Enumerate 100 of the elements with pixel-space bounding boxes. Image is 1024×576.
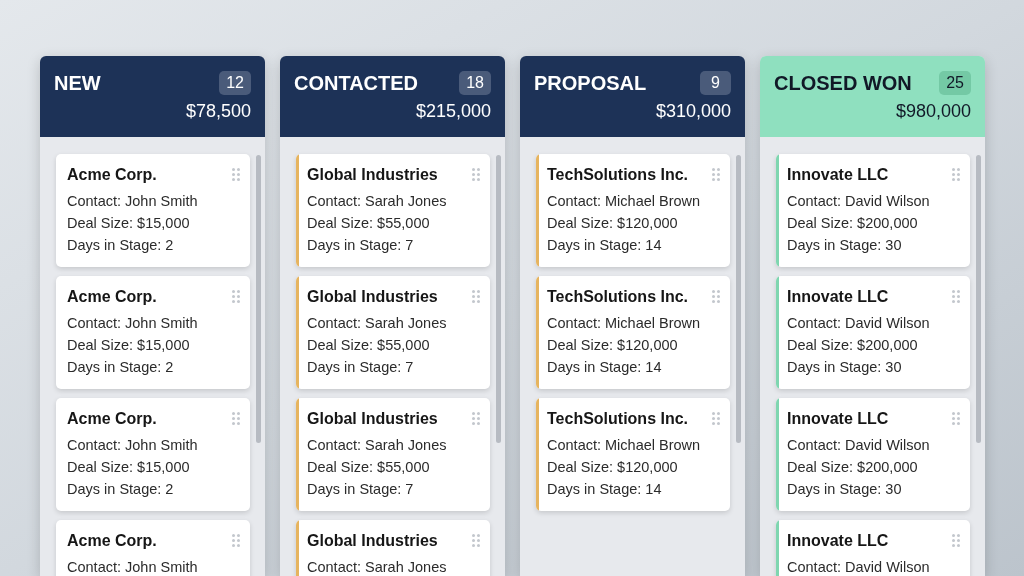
deal-detail: Deal Size: $15,000 [67,336,191,355]
deal-card[interactable]: TechSolutions Inc. Contact: Michael Brown Deal Size: $120,000 Days in Stage: 14 [536,276,730,389]
drag-handle-icon[interactable] [712,412,720,425]
deal-detail: Deal Size: $200,000 [787,214,919,233]
deal-detail: Deal Size: $120,000 [547,214,679,233]
company-name: Acme Corp. [67,531,157,551]
deal-card[interactable]: Acme Corp. Contact: John Smith [56,520,250,576]
drag-handle-icon[interactable] [952,290,960,303]
deal-detail: Deal Size: $120,000 [547,458,679,477]
deal-detail: Contact: David Wilson [787,314,931,333]
deal-detail: Contact: David Wilson [787,436,931,455]
company-name: TechSolutions Inc. [547,287,689,307]
scrollbar-thumb[interactable] [496,155,501,443]
company-name: TechSolutions Inc. [547,409,689,429]
drag-handle-icon[interactable] [712,168,720,181]
company-name: Global Industries [307,409,438,429]
column-total: $310,000 [655,100,731,123]
column-title: PROPOSAL [534,71,647,96]
column-total: $980,000 [895,100,971,123]
column-total: $78,500 [185,100,251,123]
deal-card[interactable]: Acme Corp. Contact: John Smith Deal Size: $15,000 Days in Stage: 2 [56,154,250,267]
deal-card[interactable]: Innovate LLC Contact: David Wilson Deal Size: $200,000 Days in Stage: 30 [776,276,970,389]
drag-handle-icon[interactable] [952,412,960,425]
deal-detail: Days in Stage: 14 [547,358,663,377]
drag-handle-icon[interactable] [232,168,240,181]
deal-detail: Contact: Sarah Jones [307,436,448,455]
deal-count-badge: 12 [219,71,251,95]
deal-card[interactable]: Acme Corp. Contact: John Smith Deal Size: $15,000 Days in Stage: 2 [56,276,250,389]
deal-detail: Contact: David Wilson [787,192,931,211]
deal-detail: Deal Size: $120,000 [547,336,679,355]
column-title: CLOSED WON [774,71,912,96]
company-name: Acme Corp. [67,287,157,307]
company-name: Innovate LLC [787,287,889,307]
deal-detail: Days in Stage: 30 [787,236,903,255]
drag-handle-icon[interactable] [232,290,240,303]
deal-detail: Deal Size: $200,000 [787,458,919,477]
scrollbar-thumb[interactable] [736,155,741,443]
company-name: Acme Corp. [67,165,157,185]
deal-card[interactable]: Innovate LLC Contact: David Wilson Deal Size: $200,000 Days in Stage: 30 [776,154,970,267]
company-name: Innovate LLC [787,165,889,185]
deal-card[interactable]: Global Industries Contact: Sarah Jones [296,520,490,576]
deal-detail: Deal Size: $55,000 [307,214,431,233]
drag-handle-icon[interactable] [952,534,960,547]
deal-card[interactable]: Global Industries Contact: Sarah Jones Deal Size: $55,000 Days in Stage: 7 [296,276,490,389]
deal-count-badge: 9 [700,71,731,95]
deal-detail: Contact: Michael Brown [547,192,702,211]
deal-detail: Deal Size: $55,000 [307,458,431,477]
deal-detail: Contact: David Wilson [787,558,931,576]
company-name: Innovate LLC [787,531,889,551]
drag-handle-icon[interactable] [232,412,240,425]
deal-detail: Contact: John Smith [67,436,199,455]
deal-count-badge: 25 [939,71,971,95]
deal-detail: Contact: Michael Brown [547,436,702,455]
deal-detail: Days in Stage: 2 [67,236,175,255]
drag-handle-icon[interactable] [712,290,720,303]
deal-detail: Days in Stage: 7 [307,236,415,255]
drag-handle-icon[interactable] [472,412,480,425]
column-title: NEW [54,71,101,96]
company-name: TechSolutions Inc. [547,165,689,185]
deal-detail: Deal Size: $15,000 [67,458,191,477]
deal-card[interactable]: Global Industries Contact: Sarah Jones Deal Size: $55,000 Days in Stage: 7 [296,398,490,511]
deal-card[interactable]: Innovate LLC Contact: David Wilson [776,520,970,576]
drag-handle-icon[interactable] [232,534,240,547]
deal-detail: Contact: Sarah Jones [307,558,448,576]
company-name: Global Industries [307,531,438,551]
deal-detail: Contact: John Smith [67,558,199,576]
deal-detail: Days in Stage: 2 [67,480,175,499]
deal-detail: Days in Stage: 30 [787,480,903,499]
deal-detail: Deal Size: $55,000 [307,336,431,355]
deal-count-badge: 18 [459,71,491,95]
deal-detail: Days in Stage: 30 [787,358,903,377]
deal-detail: Days in Stage: 2 [67,358,175,377]
deal-detail: Contact: Michael Brown [547,314,702,333]
company-name: Global Industries [307,165,438,185]
deal-detail: Contact: John Smith [67,192,199,211]
company-name: Global Industries [307,287,438,307]
deal-detail: Contact: Sarah Jones [307,192,448,211]
drag-handle-icon[interactable] [472,168,480,181]
deal-card[interactable]: Global Industries Contact: Sarah Jones Deal Size: $55,000 Days in Stage: 7 [296,154,490,267]
company-name: Innovate LLC [787,409,889,429]
drag-handle-icon[interactable] [472,290,480,303]
scrollbar-thumb[interactable] [256,155,261,443]
drag-handle-icon[interactable] [952,168,960,181]
deal-detail: Contact: Sarah Jones [307,314,448,333]
company-name: Acme Corp. [67,409,157,429]
deal-detail: Days in Stage: 14 [547,480,663,499]
deal-detail: Deal Size: $200,000 [787,336,919,355]
deal-detail: Days in Stage: 7 [307,358,415,377]
deal-detail: Contact: John Smith [67,314,199,333]
deal-card[interactable]: TechSolutions Inc. Contact: Michael Brown Deal Size: $120,000 Days in Stage: 14 [536,154,730,267]
deal-card[interactable]: Acme Corp. Contact: John Smith Deal Size: $15,000 Days in Stage: 2 [56,398,250,511]
scrollbar-thumb[interactable] [976,155,981,443]
deal-detail: Deal Size: $15,000 [67,214,191,233]
column-title: CONTACTED [294,71,419,96]
deal-card[interactable]: Innovate LLC Contact: David Wilson Deal Size: $200,000 Days in Stage: 30 [776,398,970,511]
deal-detail: Days in Stage: 7 [307,480,415,499]
deal-detail: Days in Stage: 14 [547,236,663,255]
column-total: $215,000 [415,100,491,123]
deal-card[interactable]: TechSolutions Inc. Contact: Michael Brown Deal Size: $120,000 Days in Stage: 14 [536,398,730,511]
drag-handle-icon[interactable] [472,534,480,547]
